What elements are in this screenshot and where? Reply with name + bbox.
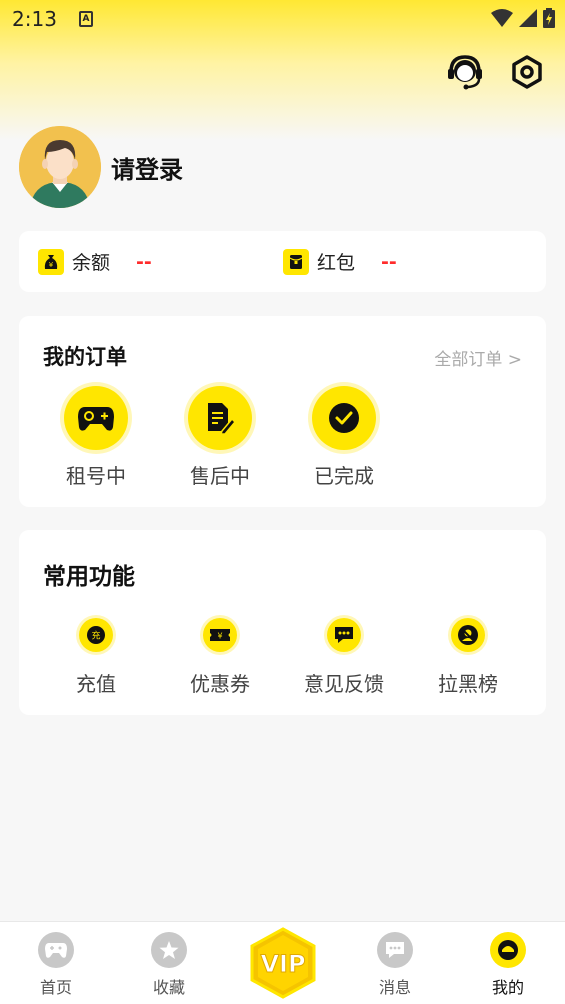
status-time: 2:13 <box>12 7 57 31</box>
money-bag-icon: ¥ <box>38 248 64 275</box>
settings-hex-icon <box>512 55 542 89</box>
tab-home[interactable]: 首页 <box>11 932 101 998</box>
notification-icon: A <box>78 11 93 27</box>
message-icon <box>377 932 413 968</box>
profile-icon <box>490 932 526 968</box>
recharge-icon: 充 <box>79 618 113 652</box>
tab-messages-label: 消息 <box>378 978 411 997</box>
tab-favorites-label: 收藏 <box>152 978 185 997</box>
tab-home-label: 首页 <box>39 978 72 997</box>
status-bar: 2:13 A <box>0 0 565 38</box>
redpacket-label: 红包 <box>317 252 356 274</box>
func-blacklist-label: 拉黑榜 <box>438 672 498 696</box>
order-completed-label: 已完成 <box>314 464 374 488</box>
coupon-icon: ¥ <box>203 618 237 652</box>
orders-card: 我的订单 全部订单 > 租号中 售后中 已完成 <box>19 316 546 507</box>
feedback-icon <box>327 618 361 652</box>
balance-value: -- <box>136 250 152 273</box>
headset-icon <box>448 55 482 90</box>
tab-mine[interactable]: 我的 <box>463 932 553 998</box>
order-aftersale[interactable]: 售后中 <box>170 386 270 489</box>
check-icon <box>312 386 376 450</box>
signal-icon <box>519 9 537 27</box>
balance-label: 余额 <box>72 252 111 274</box>
balance-item[interactable]: ¥ 余额 <box>38 248 110 275</box>
func-feedback-label: 意见反馈 <box>304 672 384 696</box>
settings-button[interactable] <box>507 52 547 92</box>
func-recharge-label: 充值 <box>76 672 116 696</box>
user-avatar-icon <box>19 126 101 208</box>
tab-favorites[interactable]: 收藏 <box>124 932 214 998</box>
order-renting[interactable]: 租号中 <box>46 386 146 489</box>
functions-title: 常用功能 <box>43 564 135 590</box>
redpacket-item[interactable]: 红包 <box>283 248 355 275</box>
avatar[interactable] <box>19 126 101 208</box>
tab-mine-label: 我的 <box>491 978 524 997</box>
blacklist-icon <box>451 618 485 652</box>
tab-messages[interactable]: 消息 <box>350 932 440 998</box>
header-actions <box>445 52 547 92</box>
svg-text:¥: ¥ <box>49 261 54 269</box>
order-aftersale-label: 售后中 <box>190 464 250 488</box>
vip-icon: VIP <box>250 927 316 999</box>
order-renting-label: 租号中 <box>66 464 126 488</box>
login-prompt[interactable]: 请登录 <box>111 150 183 185</box>
svg-text:充: 充 <box>91 630 100 642</box>
gamepad-icon <box>64 386 128 450</box>
func-recharge[interactable]: 充 充值 <box>41 618 151 697</box>
home-gamepad-icon <box>38 932 74 968</box>
order-completed[interactable]: 已完成 <box>294 386 394 489</box>
functions-card: 常用功能 充 充值 ¥ 优惠券 意见反馈 拉黑榜 <box>19 530 546 715</box>
star-icon <box>151 932 187 968</box>
tab-vip[interactable]: VIP <box>248 927 318 999</box>
red-packet-icon <box>283 248 309 275</box>
wifi-icon <box>491 9 513 27</box>
profile-section[interactable]: 请登录 <box>19 126 183 208</box>
func-blacklist[interactable]: 拉黑榜 <box>413 618 523 697</box>
document-edit-icon <box>188 386 252 450</box>
func-coupon-label: 优惠券 <box>190 672 250 696</box>
redpacket-value: -- <box>381 250 397 273</box>
all-orders-link[interactable]: 全部订单 > <box>434 345 522 370</box>
orders-title: 我的订单 <box>43 345 127 369</box>
svg-text:VIP: VIP <box>260 950 305 978</box>
battery-icon <box>543 8 555 28</box>
balance-card: ¥ 余额 -- 红包 -- <box>19 231 546 292</box>
svg-text:¥: ¥ <box>217 632 222 641</box>
func-feedback[interactable]: 意见反馈 <box>289 618 399 697</box>
func-coupon[interactable]: ¥ 优惠券 <box>165 618 275 697</box>
customer-service-button[interactable] <box>445 52 485 92</box>
